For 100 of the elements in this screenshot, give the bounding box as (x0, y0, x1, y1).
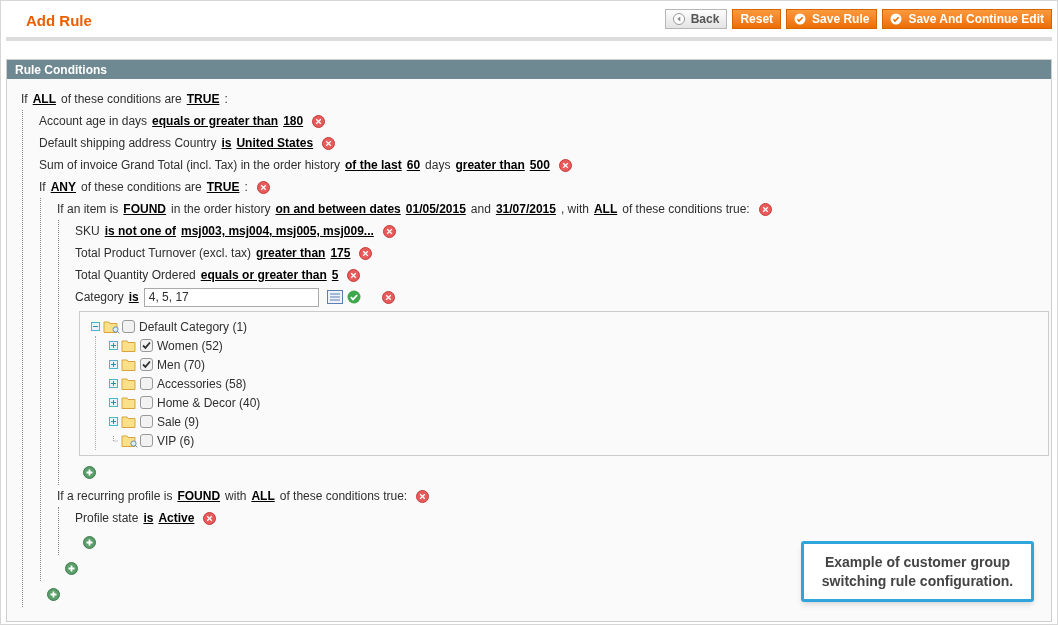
condition-value-link[interactable]: 175 (330, 244, 351, 262)
remove-icon[interactable] (322, 136, 336, 150)
condition-text: Account age in days (39, 113, 148, 130)
condition-text: Total Quantity Ordered (75, 267, 196, 284)
category-label[interactable]: Men (70) (157, 355, 206, 374)
condition-value-link[interactable]: TRUE (186, 90, 220, 108)
condition-value-link[interactable]: ALL (251, 487, 275, 505)
folder-icon (121, 414, 138, 429)
category-label[interactable]: Sale (9) (157, 412, 200, 431)
expand-icon[interactable] (109, 341, 118, 350)
condition-text: Default shipping address Country (39, 135, 217, 152)
category-checkbox[interactable] (140, 358, 153, 371)
condition-text: of these conditions are (61, 91, 182, 108)
condition-text: of these conditions true: (279, 488, 408, 505)
apply-check-icon[interactable] (346, 290, 361, 304)
condition-text: If an item is (57, 201, 119, 218)
folder-icon (121, 357, 138, 372)
condition-text: of these conditions are (81, 179, 202, 196)
expand-icon[interactable] (109, 417, 118, 426)
collapse-icon[interactable] (91, 322, 100, 331)
category-checkbox[interactable] (140, 339, 153, 352)
expand-icon[interactable] (109, 398, 118, 407)
category-label[interactable]: Home & Decor (40) (157, 393, 261, 412)
condition-text: of these conditions true: (622, 201, 750, 218)
folder-icon (121, 338, 138, 353)
condition-value-link[interactable]: United States (236, 134, 314, 152)
value-input-field[interactable]: 4, 5, 17 (143, 287, 319, 307)
condition-value-link[interactable]: Active (158, 509, 195, 527)
condition-text: days (425, 157, 451, 174)
remove-icon[interactable] (256, 180, 270, 194)
add-icon[interactable] (47, 587, 60, 601)
condition-text: Sum of invoice Grand Total (incl. Tax) in the order history (39, 157, 341, 174)
condition-text: in the order history (171, 201, 271, 218)
page-title: Add Rule (26, 10, 92, 31)
remove-icon[interactable] (203, 511, 217, 525)
remove-icon[interactable] (558, 158, 572, 172)
condition-text: Category (75, 289, 124, 306)
category-checkbox[interactable] (140, 434, 153, 447)
caption-note: Example of customer group switching rule configuration. (801, 541, 1034, 602)
condition-value-link[interactable]: greater than (256, 244, 326, 262)
condition-value-link[interactable]: is (143, 509, 154, 527)
category-label[interactable]: Default Category (1) (139, 317, 248, 336)
condition-value-link[interactable]: equals or greater than (200, 266, 327, 284)
condition-text: If (39, 179, 46, 196)
folder-search-icon (121, 433, 138, 448)
condition-value-link[interactable]: FOUND (177, 487, 221, 505)
condition-text: with (225, 488, 247, 505)
category-checkbox[interactable] (140, 377, 153, 390)
condition-value-link[interactable]: ANY (50, 178, 76, 196)
section-header: Rule Conditions (7, 60, 1051, 79)
condition-value-link[interactable]: ALL (593, 200, 618, 218)
condition-value-link[interactable]: is (221, 134, 232, 152)
condition-text: If (21, 91, 28, 108)
back-button[interactable]: Back (664, 9, 728, 29)
expand-icon[interactable] (109, 360, 118, 369)
remove-icon[interactable] (382, 224, 396, 238)
condition-text: : (244, 179, 248, 196)
condition-value-link[interactable]: TRUE (206, 178, 240, 196)
folder-icon (121, 376, 138, 391)
condition-value-link[interactable]: 31/07/2015 (495, 200, 556, 218)
condition-value-link[interactable]: equals or greater than (152, 112, 279, 130)
condition-text: Total Product Turnover (excl. tax) (75, 245, 252, 262)
add-icon[interactable] (83, 535, 96, 549)
condition-value-link[interactable]: of the last (345, 156, 402, 174)
remove-icon[interactable] (312, 114, 326, 128)
condition-value-link[interactable]: ALL (32, 90, 56, 108)
list-icon[interactable] (326, 290, 343, 304)
remove-icon[interactable] (347, 268, 361, 282)
condition-value-link[interactable]: msj003, msj004, msj005, msj009... (181, 222, 374, 240)
condition-value-link[interactable]: is not one of (104, 222, 176, 240)
expand-icon[interactable] (109, 379, 118, 388)
condition-value-link[interactable]: 01/05/2015 (405, 200, 466, 218)
condition-value-link[interactable]: is (128, 288, 139, 306)
check-circle-icon (890, 13, 903, 25)
condition-text: If a recurring profile is (57, 488, 173, 505)
add-icon[interactable] (65, 561, 78, 575)
condition-value-link[interactable]: greater than (455, 156, 525, 174)
condition-value-link[interactable]: 500 (529, 156, 550, 174)
condition-value-link[interactable]: 5 (331, 266, 339, 284)
remove-icon[interactable] (359, 246, 373, 260)
condition-value-link[interactable]: 180 (283, 112, 304, 130)
category-checkbox[interactable] (140, 396, 153, 409)
category-checkbox[interactable] (140, 415, 153, 428)
remove-icon[interactable] (416, 489, 430, 503)
remove-icon[interactable] (758, 202, 772, 216)
category-label[interactable]: VIP (6) (157, 431, 195, 450)
condition-value-link[interactable]: FOUND (123, 200, 167, 218)
category-label[interactable]: Women (52) (157, 336, 223, 355)
add-icon[interactable] (83, 465, 96, 479)
condition-text: and (470, 201, 491, 218)
folder-search-icon (103, 319, 120, 334)
condition-text: SKU (75, 223, 100, 240)
condition-value-link[interactable]: 60 (406, 156, 421, 174)
category-checkbox[interactable] (122, 320, 135, 333)
category-label[interactable]: Accessories (58) (157, 374, 247, 393)
condition-text: , with (560, 201, 589, 218)
check-circle-icon (794, 13, 807, 25)
condition-text: : (224, 91, 228, 108)
remove-icon[interactable] (381, 290, 395, 304)
condition-value-link[interactable]: on and between dates (275, 200, 401, 218)
